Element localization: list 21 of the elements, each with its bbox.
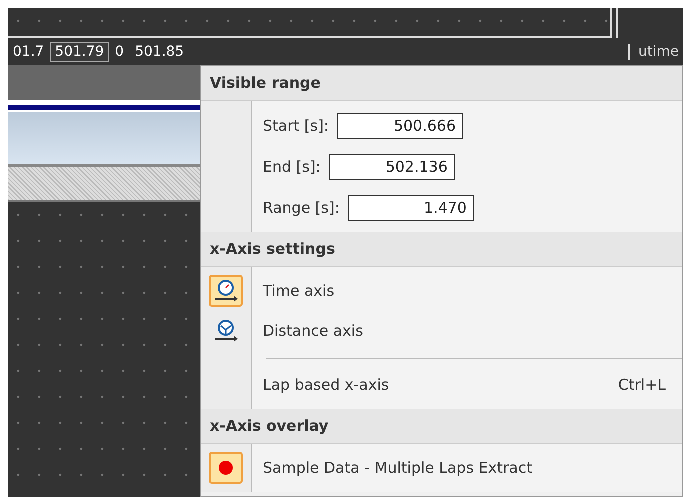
dot-icon	[218, 460, 234, 476]
menu-item[interactable]: Distance axis	[201, 311, 682, 351]
stopwatch-axis-icon	[213, 278, 239, 304]
number-field[interactable]: 502.136	[328, 154, 455, 180]
section-header: x-Axis overlay	[201, 409, 682, 444]
axis-title: utime	[628, 44, 683, 60]
field-label: Range [s]:	[263, 198, 340, 216]
field-label: Start [s]:	[263, 116, 329, 134]
menu-item[interactable]: Sample Data - Multiple Laps Extract	[201, 448, 682, 488]
number-field[interactable]: 1.470	[348, 194, 474, 220]
section-header: x-Axis settings	[201, 232, 682, 267]
axis-label: 501.79	[50, 42, 110, 62]
steering-wheel-axis-icon	[213, 318, 239, 344]
menu-item[interactable]: Lap based x-axis Ctrl+L	[201, 365, 682, 405]
menu-item[interactable]: Time axis	[201, 271, 682, 311]
axis-label: 501.85	[134, 42, 186, 62]
number-field[interactable]: 500.666	[336, 112, 463, 138]
field-label: End [s]:	[263, 158, 321, 176]
axis-label: 01.7	[12, 42, 46, 62]
axis-label: 0	[114, 42, 126, 62]
section-header: Visible range	[201, 66, 682, 101]
